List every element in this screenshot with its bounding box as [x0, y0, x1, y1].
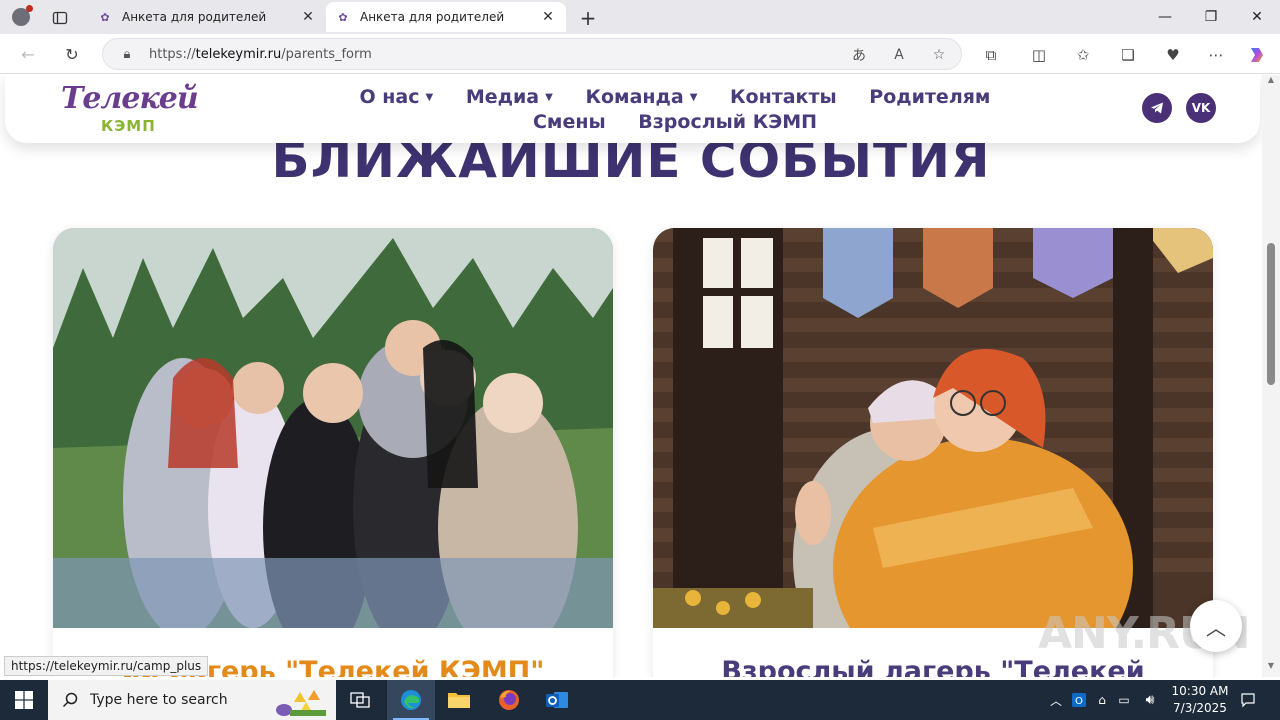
- nav-item-parents[interactable]: Родителям: [869, 85, 990, 109]
- browser-essentials-icon[interactable]: ♥: [1162, 44, 1184, 66]
- read-aloud-icon[interactable]: A: [889, 45, 909, 65]
- more-menu-icon[interactable]: ⋯: [1205, 44, 1227, 66]
- browser-tab-active[interactable]: ✿ Анкета для родителей ✕: [326, 2, 566, 32]
- edge-browser-icon[interactable]: [387, 680, 435, 720]
- search-icon: [62, 692, 78, 708]
- taskbar-search[interactable]: Type here to search: [48, 680, 336, 720]
- file-explorer-icon[interactable]: [435, 680, 483, 720]
- close-tab-icon[interactable]: ✕: [540, 9, 556, 25]
- event-card[interactable]: ий лагерь "Телекей КЭМП": [53, 228, 613, 677]
- nav-item-team[interactable]: Команда ▼: [585, 85, 697, 110]
- nav-item-contacts[interactable]: Контакты: [730, 85, 837, 109]
- site-logo[interactable]: Телекей КЭМП: [61, 81, 201, 139]
- nav-item-adult-camp[interactable]: Взрослый КЭМП: [638, 110, 817, 134]
- logo-sub-text: КЭМП: [101, 117, 156, 135]
- chevron-down-icon: ▼: [545, 91, 553, 103]
- windows-start-icon[interactable]: [0, 680, 48, 720]
- vk-icon[interactable]: VK: [1186, 93, 1216, 123]
- status-link-preview: https://telekeymir.ru/camp_plus: [4, 656, 209, 676]
- translate-icon[interactable]: あ: [849, 45, 869, 65]
- collections-icon[interactable]: ❏: [1117, 44, 1139, 66]
- minimize-icon[interactable]: —: [1142, 0, 1188, 34]
- system-clock[interactable]: 10:30 AM 7/3/2025: [1162, 683, 1238, 717]
- site-favicon-icon: ✿: [338, 10, 348, 24]
- main-nav: О нас ▼ Медиа ▼ Команда ▼ Контакты Родителя…: [305, 85, 1045, 134]
- search-placeholder: Type here to search: [90, 692, 228, 708]
- site-header: Телекей КЭМП О нас ▼ Медиа ▼ Команда ▼ Конт…: [5, 75, 1260, 143]
- nav-item-sessions[interactable]: Смены: [533, 110, 606, 134]
- url-text: https://telekeymir.ru/parents_form: [149, 46, 372, 62]
- close-tab-icon[interactable]: ✕: [300, 9, 316, 25]
- windows-taskbar: Type here to search ︿ O ⌂ ▭ 🔊︎ 10:30 AM …: [0, 680, 1280, 720]
- telegram-icon[interactable]: [1142, 93, 1172, 123]
- volume-icon[interactable]: 🔊︎: [1139, 680, 1161, 720]
- close-window-icon[interactable]: ✕: [1234, 0, 1280, 34]
- svg-text:O: O: [1075, 696, 1083, 707]
- scrollbar-thumb[interactable]: [1267, 243, 1275, 385]
- chevron-down-icon: ▼: [425, 91, 434, 103]
- profile-button[interactable]: [8, 5, 34, 29]
- event-photo-two-women-hugging: [653, 228, 1213, 628]
- address-bar[interactable]: 🔒︎ https://telekeymir.ru/parents_form あ …: [102, 38, 962, 70]
- logo-main-text: Телекей: [61, 81, 199, 116]
- favorites-icon[interactable]: ✩: [1072, 44, 1094, 66]
- network-tray-icon[interactable]: ⌂: [1093, 680, 1111, 720]
- outlook-icon[interactable]: [533, 680, 581, 720]
- favorite-star-icon[interactable]: ☆: [929, 45, 949, 65]
- event-card-title[interactable]: Взрослый лагерь "Телекей: [653, 656, 1213, 677]
- outlook-tray-icon[interactable]: O: [1070, 680, 1088, 720]
- clock-date: 7/3/2025: [1173, 701, 1227, 715]
- refresh-icon[interactable]: ↻: [58, 42, 86, 66]
- chevron-up-icon: ︿: [1206, 615, 1226, 640]
- address-toolbar: ← ↻ 🔒︎ https://telekeymir.ru/parents_for…: [0, 34, 1280, 74]
- site-info-icon[interactable]: 🔒︎: [119, 46, 135, 62]
- notification-icon[interactable]: [1236, 680, 1260, 720]
- tab-title: Анкета для родителей: [360, 10, 505, 24]
- split-screen-icon[interactable]: ◫: [1028, 44, 1050, 66]
- scroll-to-top-button[interactable]: ︿: [1190, 600, 1242, 652]
- page-viewport: БЛИЖАЙШИЕ СОБЫТИЯ ий лагерь "Телекей КЭМ…: [0, 75, 1262, 677]
- show-hidden-icons[interactable]: ︿: [1046, 680, 1066, 720]
- display-tray-icon[interactable]: ▭: [1115, 680, 1133, 720]
- nav-item-media[interactable]: Медиа ▼: [466, 85, 553, 110]
- profile-avatar-icon: [12, 5, 33, 26]
- clock-time: 10:30 AM: [1171, 684, 1229, 698]
- extensions-icon[interactable]: ⧉: [980, 44, 1002, 66]
- scroll-down-icon[interactable]: ▼: [1266, 661, 1276, 673]
- tab-title: Анкета для родителей: [122, 10, 267, 24]
- scroll-up-icon[interactable]: ▲: [1266, 75, 1276, 87]
- copilot-icon[interactable]: [1246, 44, 1268, 66]
- tab-actions-icon[interactable]: [48, 8, 72, 28]
- chevron-down-icon: ▼: [689, 91, 698, 103]
- site-favicon-icon: ✿: [100, 10, 110, 24]
- new-tab-icon[interactable]: +: [576, 6, 600, 30]
- task-view-icon[interactable]: [336, 680, 384, 720]
- browser-tab-bar: ✿ Анкета для родителей ✕ ✿ Анкета для ро…: [0, 0, 1280, 34]
- nav-item-about[interactable]: О нас ▼: [360, 85, 434, 110]
- flowers-icon: [276, 690, 326, 716]
- back-icon[interactable]: ←: [14, 42, 42, 66]
- firefox-icon[interactable]: [485, 680, 533, 720]
- restore-icon[interactable]: ❐: [1188, 0, 1234, 34]
- page-scrollbar[interactable]: ▲ ▼: [1262, 75, 1280, 677]
- event-photo-group-of-teens: [53, 228, 613, 628]
- browser-tab[interactable]: ✿ Анкета для родителей ✕: [88, 2, 326, 32]
